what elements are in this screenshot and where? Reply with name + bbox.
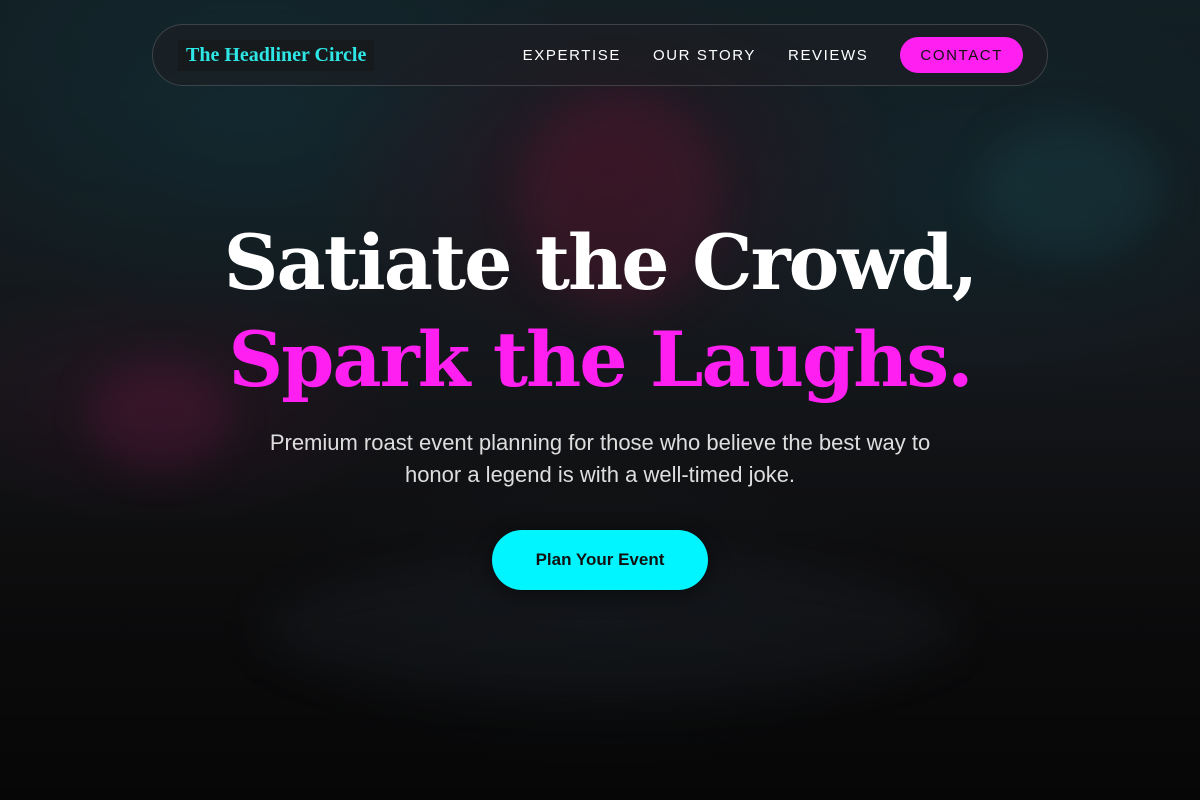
nav-link-expertise[interactable]: EXPERTISE	[523, 47, 621, 64]
nav-link-reviews[interactable]: REVIEWS	[788, 47, 868, 64]
top-navigation: The Headliner Circle EXPERTISE OUR STORY…	[152, 24, 1048, 86]
hero-headline-line-1: Satiate the Crowd,	[223, 218, 979, 307]
site-logo[interactable]: The Headliner Circle	[178, 39, 375, 71]
plan-your-event-button[interactable]: Plan Your Event	[492, 530, 708, 590]
contact-button[interactable]: CONTACT	[900, 37, 1023, 73]
nav-link-our-story[interactable]: OUR STORY	[653, 47, 756, 64]
hero-subtitle: Premium roast event planning for those w…	[269, 430, 931, 487]
nav-links: EXPERTISE OUR STORY REVIEWS CONTACT	[523, 37, 1023, 73]
hero-headline-line-2: Spark the Laughs.	[228, 315, 973, 404]
